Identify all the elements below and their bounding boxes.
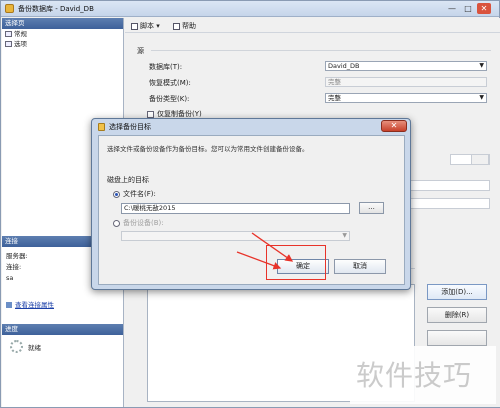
- page-icon: [5, 41, 12, 47]
- dialog-body: 选择文件或备份设备作为备份目标。您可以为常用文件创建备份设备。 磁盘上的目标 文…: [98, 135, 405, 285]
- file-path-input[interactable]: C:\暖桃无敌2015: [121, 203, 350, 214]
- watermark: 软件技巧: [350, 346, 496, 404]
- database-label: 数据库(T):: [149, 63, 183, 71]
- dialog-title: 选择备份目标: [109, 123, 151, 131]
- obscured-browse-button[interactable]: [471, 154, 489, 165]
- radio-dot: [113, 219, 120, 227]
- view-connection-properties-link[interactable]: 查看连接属性: [6, 299, 54, 309]
- backup-device-radio[interactable]: 备份设备(B):: [113, 218, 164, 228]
- progress-spinner-icon: [10, 340, 23, 353]
- script-button[interactable]: 脚本 ▾: [131, 21, 160, 31]
- source-section-label: 源: [137, 47, 144, 55]
- backup-type-label: 备份类型(K):: [149, 95, 190, 103]
- help-button[interactable]: 帮助: [173, 21, 196, 31]
- section-divider: [151, 50, 491, 51]
- chevron-down-icon: ▼: [342, 232, 347, 239]
- backup-device-select[interactable]: ▼: [121, 231, 350, 241]
- dialog-title-bar: 选择备份目标: [95, 121, 407, 133]
- checkbox-box: [147, 110, 154, 118]
- close-button[interactable]: ✕: [477, 3, 491, 14]
- connection-label: 连接:: [6, 263, 22, 271]
- pages-header: 选择页: [2, 18, 123, 29]
- backup-type-select[interactable]: 完整 ▼: [325, 93, 487, 103]
- select-backup-destination-dialog: 选择备份目标 ✕ 选择文件或备份设备作为备份目标。您可以为常用文件创建备份设备。…: [91, 118, 411, 290]
- help-icon: [173, 22, 180, 30]
- remove-destination-button[interactable]: 删除(R): [427, 307, 487, 323]
- title-bar: 备份数据库 - David_DB — □ ✕: [1, 1, 499, 17]
- page-item-options[interactable]: 选项: [2, 39, 123, 49]
- maximize-button[interactable]: □: [461, 3, 475, 14]
- radio-dot: [113, 190, 120, 198]
- chevron-down-icon: ▼: [479, 62, 484, 69]
- recovery-model-field: 完整: [325, 77, 487, 87]
- page-label: 选项: [14, 40, 27, 48]
- disk-destination-group-label: 磁盘上的目标: [107, 176, 149, 184]
- database-icon: [5, 4, 14, 13]
- server-label: 服务器:: [6, 252, 28, 260]
- highlight-box: [266, 245, 326, 280]
- connection-value: sa: [6, 274, 14, 282]
- add-destination-button[interactable]: 添加(D)...: [427, 284, 487, 300]
- database-select[interactable]: David_DB ▼: [325, 61, 487, 71]
- recovery-model-label: 恢复模式(M):: [149, 79, 191, 87]
- properties-icon: [6, 302, 12, 308]
- dialog-description: 选择文件或备份设备作为备份目标。您可以为常用文件创建备份设备。: [107, 145, 309, 153]
- progress-header: 进度: [2, 324, 123, 335]
- page-item-general[interactable]: 常规: [2, 29, 123, 39]
- dialog-close-button[interactable]: ✕: [381, 120, 407, 132]
- file-name-radio[interactable]: 文件名(F):: [113, 189, 156, 199]
- script-icon: [131, 22, 138, 30]
- obscured-field: [410, 198, 490, 209]
- cancel-button[interactable]: 取消: [334, 259, 386, 274]
- toolbar: 脚本 ▾ 帮助: [125, 18, 500, 33]
- page-label: 常规: [14, 30, 27, 38]
- contents-button[interactable]: [427, 330, 487, 346]
- browse-button[interactable]: ...: [359, 202, 384, 214]
- progress-status: 就绪: [28, 344, 41, 352]
- chevron-down-icon: ▼: [479, 94, 484, 101]
- obscured-field: [410, 180, 490, 191]
- database-icon: [98, 123, 105, 131]
- page-icon: [5, 31, 12, 37]
- minimize-button[interactable]: —: [445, 3, 459, 14]
- window-title: 备份数据库 - David_DB: [18, 5, 94, 13]
- connection-info: 服务器: 连接: sa: [6, 251, 28, 284]
